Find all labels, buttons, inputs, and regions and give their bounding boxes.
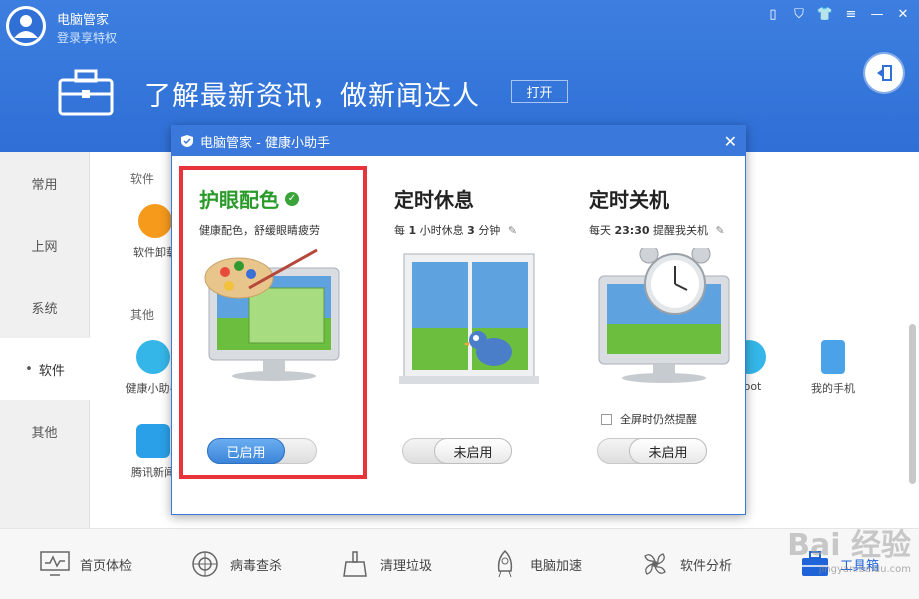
nav-label: 首页体检 xyxy=(80,558,133,574)
user-icon xyxy=(6,6,46,46)
section-title-other: 其他 xyxy=(130,308,155,322)
watermark: Bai 经验 jingyan.baidu.com xyxy=(787,520,911,575)
nav-speed-up[interactable]: 电脑加速 xyxy=(490,549,582,579)
panel-desc: 健康配色，舒缓眼睛疲劳 xyxy=(199,224,320,237)
monitor-clock-illustration xyxy=(598,248,730,383)
fullscreen-remind-checkbox[interactable] xyxy=(601,413,612,425)
panel-eye-care: 护眼配色 ✓ 健康配色，舒缓眼睛疲劳 已启用 xyxy=(179,166,367,479)
minimize-icon[interactable]: — xyxy=(869,6,885,22)
sidebar-item-software[interactable]: 软件 xyxy=(0,338,90,400)
desc-suffix: 提醒我关机 xyxy=(653,224,709,237)
monitor-icon xyxy=(40,549,70,579)
desc-prefix: 每天 xyxy=(589,224,611,237)
panel-scheduled-shutdown: 定时关机 每天 23:30 提醒我关机 ✎ 全屏时仍然提醒 未启用 xyxy=(573,170,753,475)
scrollbar[interactable] xyxy=(909,324,916,484)
radar-icon xyxy=(190,549,220,579)
shutdown-time: 23:30 xyxy=(614,224,650,237)
desc-suffix: 分钟 xyxy=(478,224,501,237)
health-helper-dialog: 电脑管家 - 健康小助手 ✕ 护眼配色 ✓ 健康配色，舒缓眼睛疲劳 已启用 定时… xyxy=(171,125,746,515)
nav-home-check[interactable]: 首页体检 xyxy=(40,549,132,579)
rocket-icon xyxy=(490,549,520,579)
toggle-label: 已启用 xyxy=(207,438,285,464)
news-icon xyxy=(136,424,170,458)
monitor-palette-illustration xyxy=(204,248,340,381)
panel-title: 定时休息 xyxy=(394,188,474,212)
phone-icon[interactable]: ▯ xyxy=(765,6,781,22)
sidebar-item-system[interactable]: 系统 xyxy=(0,276,89,338)
phone-icon xyxy=(821,340,845,374)
close-icon[interactable]: ✕ xyxy=(895,6,911,22)
edit-pencil-icon[interactable]: ✎ xyxy=(716,224,725,237)
eye-care-toggle[interactable]: 已启用 xyxy=(207,438,317,464)
check-icon: ✓ xyxy=(285,191,299,206)
broom-icon xyxy=(340,549,370,579)
edit-pencil-icon[interactable]: ✎ xyxy=(508,224,517,237)
rest-minutes: 3 xyxy=(467,224,475,237)
rest-hours: 1 xyxy=(408,224,417,237)
fullscreen-remind-option[interactable]: 全屏时仍然提醒 xyxy=(601,411,697,427)
desc-prefix: 每 xyxy=(394,224,405,237)
tool-label: 我的手机 xyxy=(811,382,855,395)
nav-label: 软件分析 xyxy=(680,558,733,574)
panel-desc: 每天 23:30 提醒我关机 ✎ xyxy=(589,222,725,238)
login-link[interactable]: 登录享特权 xyxy=(57,29,117,46)
window-bird-illustration xyxy=(399,253,539,384)
toolbox-icon xyxy=(58,69,114,116)
watermark-url: jingyan.baidu.com xyxy=(818,564,911,575)
nav-label: 病毒查杀 xyxy=(230,558,283,574)
exit-icon xyxy=(877,65,892,81)
nav-virus-scan[interactable]: 病毒查杀 xyxy=(190,549,282,579)
banner-open-button[interactable]: 打开 xyxy=(511,80,568,103)
app-name: 电脑管家 xyxy=(57,13,110,28)
shield-icon[interactable]: ⛉ xyxy=(791,6,807,22)
dialog-title: 电脑管家 - 健康小助手 xyxy=(200,135,330,151)
dialog-titlebar: 电脑管家 - 健康小助手 xyxy=(172,126,745,156)
sidebar-item-internet[interactable]: 上网 xyxy=(0,214,89,276)
fan-icon xyxy=(640,549,670,579)
nav-label: 电脑加速 xyxy=(530,558,583,574)
sidebar-item-common[interactable]: 常用 xyxy=(0,152,89,214)
fullscreen-remind-label: 全屏时仍然提醒 xyxy=(620,413,697,426)
banner-text: 了解最新资讯，做新闻达人 xyxy=(144,81,480,112)
toggle-label: 未启用 xyxy=(434,438,512,464)
panel-scheduled-rest: 定时休息 每 1 小时休息 3 分钟 ✎ 未启用 xyxy=(378,170,558,475)
tool-my-phone[interactable]: 我的手机 xyxy=(793,340,873,396)
scheduled-rest-toggle[interactable]: 未启用 xyxy=(402,438,512,464)
nav-software-analysis[interactable]: 软件分析 xyxy=(640,549,732,579)
panel-title-text: 护眼配色 xyxy=(199,188,279,212)
section-title-software: 软件 xyxy=(130,172,155,186)
shield-logo-icon xyxy=(181,135,193,147)
avatar[interactable] xyxy=(6,6,46,46)
trash-icon xyxy=(138,204,172,238)
menu-icon[interactable]: ≡ xyxy=(843,6,859,22)
window-controls: ▯ ⛉ 👕 ≡ — ✕ xyxy=(765,6,911,22)
panel-title: 护眼配色 ✓ xyxy=(199,184,299,213)
panel-title: 定时关机 xyxy=(589,188,669,212)
watermark-text: Bai 经验 xyxy=(787,528,911,563)
sidebar-item-other[interactable]: 其他 xyxy=(0,400,89,462)
bottom-nav: 首页体检 病毒查杀 清理垃圾 电脑加速 软件分析 工具箱 xyxy=(0,528,919,599)
panel-desc: 每 1 小时休息 3 分钟 ✎ xyxy=(394,222,517,238)
dialog-close-button[interactable]: ✕ xyxy=(724,132,737,151)
scheduled-shutdown-toggle[interactable]: 未启用 xyxy=(597,438,707,464)
clock-icon xyxy=(136,340,170,374)
back-button[interactable] xyxy=(865,54,903,92)
shirt-icon[interactable]: 👕 xyxy=(817,6,833,22)
nav-label: 清理垃圾 xyxy=(380,558,433,574)
sidebar: 常用 上网 系统 软件 其他 xyxy=(0,152,90,528)
nav-clean-junk[interactable]: 清理垃圾 xyxy=(340,549,432,579)
toggle-label: 未启用 xyxy=(629,438,707,464)
desc-mid: 小时休息 xyxy=(419,224,464,237)
